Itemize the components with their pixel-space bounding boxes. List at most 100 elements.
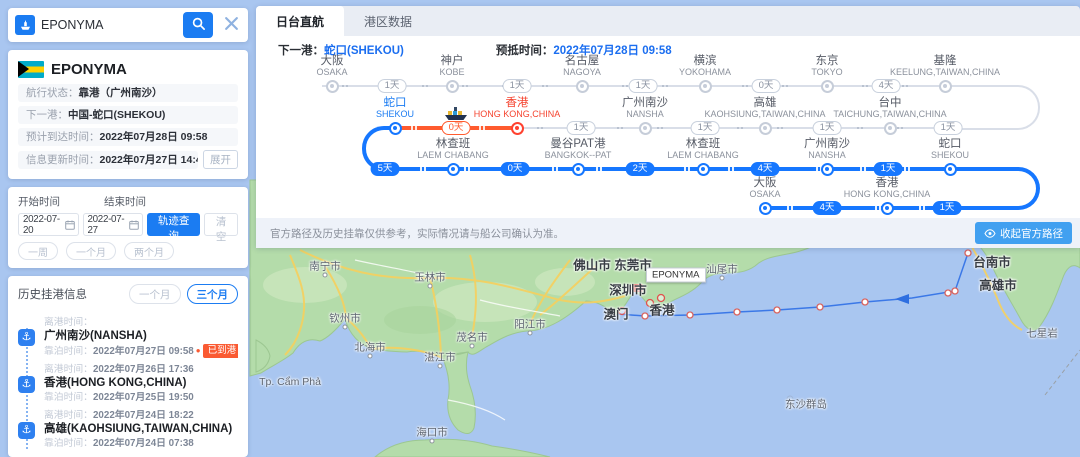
route-port-node: [943, 162, 957, 176]
transit-days-pill: 1天: [812, 121, 842, 135]
route-port-node: [820, 79, 834, 93]
start-date-input[interactable]: 2022-07-20: [18, 213, 79, 236]
history-card: 历史挂港信息 一个月 三个月 离港时间： ⚓ 广州南沙(NANSHA) 靠泊时间：20…: [8, 276, 248, 457]
map-city-dot: [437, 363, 443, 369]
berth-time: 靠泊时间：2022年07月24日 07:38: [44, 438, 194, 449]
expand-button[interactable]: 展开: [203, 150, 238, 169]
map-city-label: 东沙群岛: [785, 398, 827, 411]
ship-position-icon: [443, 105, 469, 126]
search-card: [8, 8, 248, 42]
quick-one-week-button[interactable]: 一周: [18, 242, 58, 260]
route-line-official-1: [398, 167, 956, 171]
disclaimer-text: 官方路径及历史挂靠仅供参考，实际情况请与船公司确认为准。: [270, 227, 564, 240]
route-port-node: [510, 121, 524, 135]
port-call-timeline: 离港时间： ⚓ 广州南沙(NANSHA) 靠泊时间：2022年07月27日 09:58…: [18, 316, 238, 449]
vessel-map-label: EPONYMA: [646, 267, 706, 283]
map-city-dot: [367, 353, 373, 359]
search-button[interactable]: [183, 12, 213, 38]
port-call-item[interactable]: 离港时间： ⚓ 广州南沙(NANSHA) 靠泊时间：2022年07月27日 09:58…: [18, 316, 238, 358]
transit-days-pill: 1天: [933, 121, 963, 135]
port-name: 广州南沙(NANSHA): [44, 330, 147, 342]
port-name: 香港(HONG KONG,CHINA): [44, 377, 187, 389]
bahamas-flag-icon: [18, 60, 44, 78]
depart-time: 离港时间：2022年07月24日 18:22: [44, 410, 194, 421]
port-call-item[interactable]: 离港时间：2022年07月26日 17:36 ⚓ 香港(HONG KONG,CHIN…: [18, 363, 238, 404]
transit-days-pill: 1天: [377, 79, 407, 93]
history-title: 历史挂港信息: [18, 289, 87, 301]
vessel-status-row: 航行状态：靠港（广州南沙）: [18, 84, 238, 102]
map-city-label: 香港: [649, 303, 675, 318]
route-port-node: [880, 201, 894, 215]
panel-tabbar: 日台直航 港区数据: [256, 6, 1080, 36]
eye-icon: [984, 228, 996, 238]
map-city-label: 佛山市: [573, 258, 611, 273]
transit-days-pill: 2天: [625, 162, 655, 176]
anchor-icon: ⚓: [18, 422, 35, 439]
map-city-label: 台南市: [973, 255, 1011, 270]
transit-days-pill: 4天: [871, 79, 901, 93]
route-port-node: [445, 79, 459, 93]
tab-japan-taiwan-direct[interactable]: 日台直航: [256, 6, 344, 36]
collapse-official-route-button[interactable]: 收起官方路径: [975, 222, 1072, 244]
map-city-dot: [719, 275, 725, 281]
map-city-label: 深圳市: [609, 283, 647, 298]
map-city-label: 七星岩: [1026, 327, 1058, 340]
route-port-node: [938, 79, 952, 93]
map-city-dot: [342, 324, 348, 330]
end-date-input[interactable]: 2022-07-27: [82, 213, 143, 236]
anchor-icon: ⚓: [18, 329, 35, 346]
track-range-card: 开始时间 结束时间 2022-07-20 2022-07-27 轨迹查询 清空 …: [8, 187, 248, 268]
berth-time: 靠泊时间：2022年07月27日 09:58 ● 已到港: [44, 344, 238, 358]
map-city-label: 玉林市: [414, 271, 446, 284]
map-city-dot: [427, 283, 433, 289]
close-button[interactable]: [219, 13, 243, 37]
route-port: 香港 HONG KONG,CHINA: [843, 177, 931, 199]
track-query-button[interactable]: 轨迹查询: [147, 213, 201, 242]
calendar-icon: [129, 220, 139, 230]
map-city-label: Tp. Cẩm Phả: [259, 376, 321, 388]
route-port-node: [820, 162, 834, 176]
quick-two-months-button[interactable]: 两个月: [124, 242, 174, 260]
map-city-label: 湛江市: [424, 351, 456, 364]
transit-days-pill: 4天: [812, 201, 842, 215]
route-port-node: [758, 201, 772, 215]
transit-days-pill: 1天: [873, 162, 903, 176]
quick-one-month-button[interactable]: 一个月: [66, 242, 116, 260]
map-city-label: 澳门: [603, 307, 629, 322]
map-city-label: 汕尾市: [706, 263, 738, 276]
transit-days-pill: 0天: [751, 79, 781, 93]
map-city-label: 钦州市: [329, 312, 361, 325]
clear-button[interactable]: 清空: [204, 213, 238, 243]
map-city-label: 南宁市: [309, 260, 341, 273]
depart-time: 离港时间：2022年07月26日 17:36: [44, 364, 194, 375]
transit-days-pill: 1天: [690, 121, 720, 135]
route-port-node: [638, 121, 652, 135]
vessel-info-card: EPONYMA 航行状态：靠港（广州南沙） 下一港：中国-蛇口(SHEKOU) …: [8, 50, 248, 179]
vessel-name: EPONYMA: [51, 60, 127, 78]
app-window: 南宁市 玉林市 钦州市 北海市 茂名市 阳江市 湛江市 海口市 佛山市 东莞市 深圳市 澳门 香港 汕尾市…: [0, 0, 1080, 457]
map-boundary-line: [1044, 349, 1080, 396]
route-port: 台中 TAICHUNG,TAIWAN,CHINA: [833, 97, 947, 119]
route-port-node: [696, 162, 710, 176]
tab-port-area-data[interactable]: 港区数据: [344, 6, 432, 36]
route-port-node: [388, 121, 402, 135]
map-city-dot: [469, 343, 475, 349]
vessel-nextport-row: 下一港：中国-蛇口(SHEKOU): [18, 106, 238, 124]
port-name: 高雄(KAOHSIUNG,TAIWAN,CHINA): [44, 423, 233, 435]
filter-three-months-button[interactable]: 三个月: [186, 284, 238, 304]
map-city-label: 茂名市: [456, 331, 488, 344]
start-time-label: 开始时间: [18, 196, 60, 208]
search-input[interactable]: [41, 18, 177, 32]
map-city-label: 北海市: [354, 341, 386, 354]
filter-one-month-button[interactable]: 一个月: [129, 284, 181, 304]
route-port-node: [571, 162, 585, 176]
map-city-dot: [429, 438, 435, 444]
route-panel: 日台直航 港区数据 下一港： 蛇口(SHEKOU) 预抵时间： 2022年07月…: [256, 6, 1080, 248]
depart-time: 离港时间：: [44, 317, 93, 328]
vessel-eta-row: 预计到达时间：2022年07月28日 09:58: [18, 128, 238, 146]
port-call-item[interactable]: 离港时间：2022年07月24日 18:22 ⚓ 高雄(KAOHSIUNG,TAIW…: [18, 409, 238, 449]
map-city-label: 高雄市: [979, 278, 1017, 293]
panel-footer: 官方路径及历史挂靠仅供参考，实际情况请与船公司确认为准。 收起官方路径: [256, 218, 1080, 248]
route-port-node: [325, 79, 339, 93]
transit-days-pill: 5天: [370, 162, 400, 176]
